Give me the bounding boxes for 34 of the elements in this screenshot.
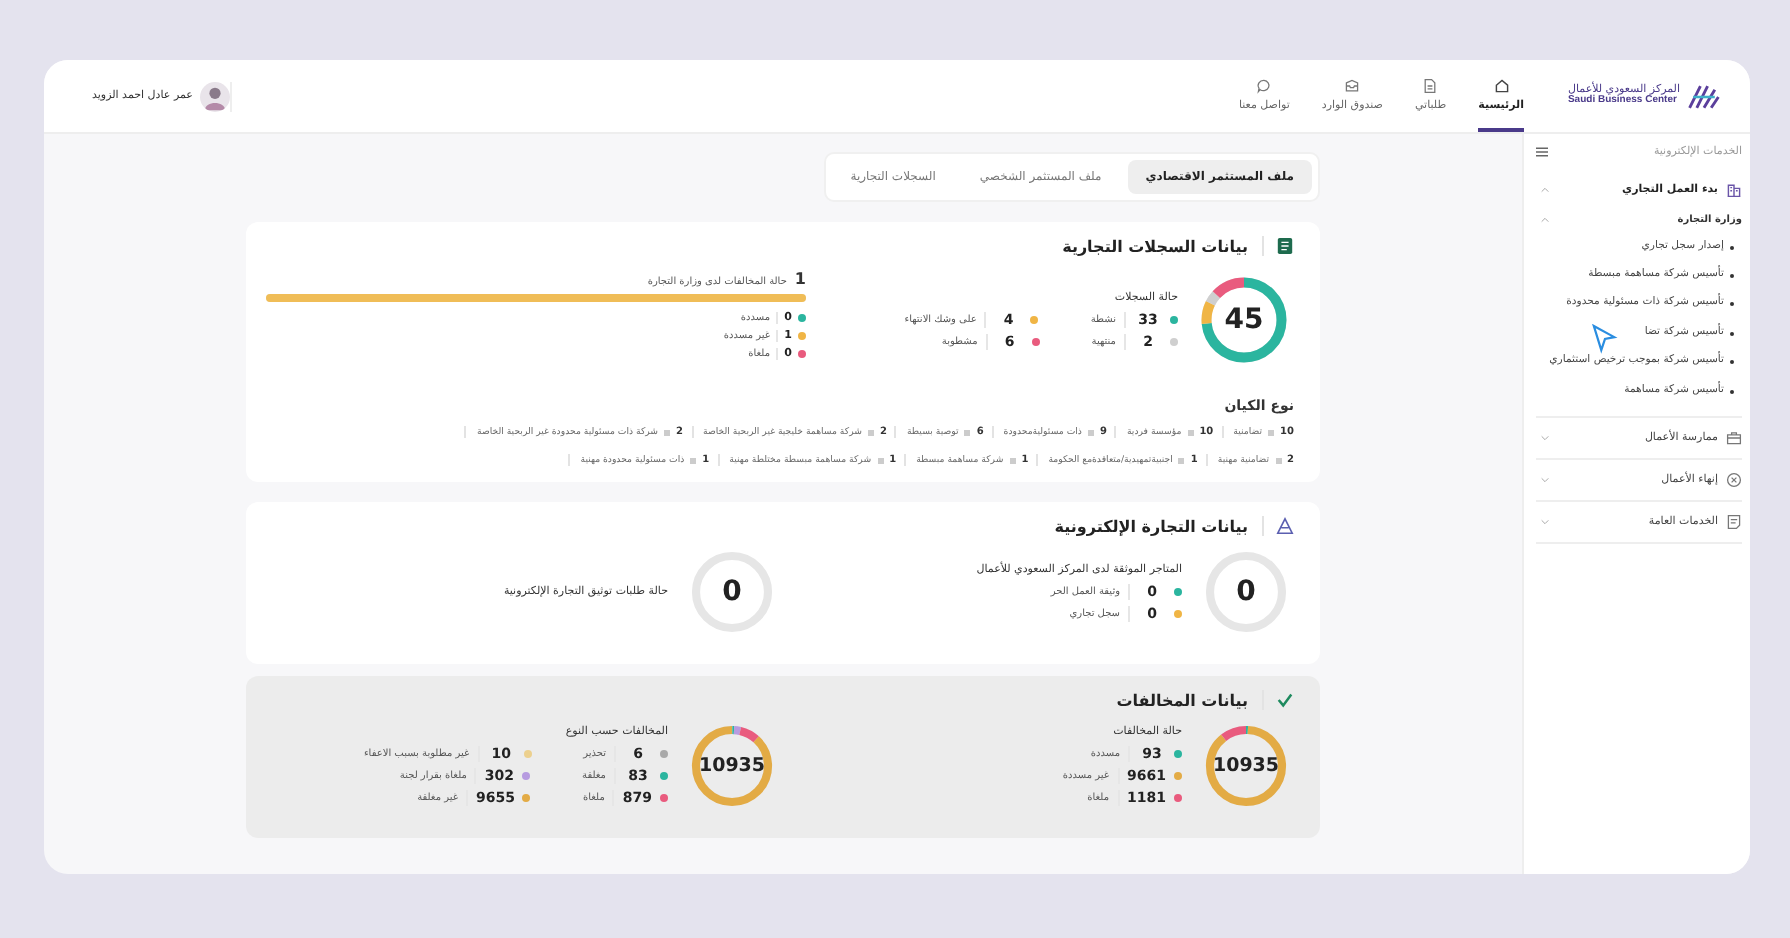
inbox-icon bbox=[1344, 77, 1361, 93]
square-icon bbox=[1275, 457, 1282, 463]
violation-count: 1 bbox=[794, 270, 806, 288]
cursor-icon bbox=[1592, 324, 1618, 354]
square-icon bbox=[1268, 429, 1275, 435]
close-circle-icon bbox=[1726, 472, 1742, 489]
total-count: 10935 bbox=[698, 756, 766, 776]
menu-icon[interactable] bbox=[1536, 146, 1548, 158]
card-title: بيانات التجارة الإلكترونية bbox=[1054, 517, 1248, 535]
square-icon bbox=[690, 457, 697, 463]
document-icon bbox=[1726, 514, 1742, 531]
square-icon bbox=[867, 429, 874, 435]
square-icon bbox=[1187, 429, 1194, 435]
square-icon bbox=[664, 429, 671, 435]
total-count: 0 bbox=[722, 578, 742, 606]
document-icon bbox=[1262, 236, 1294, 256]
square-icon bbox=[1178, 457, 1185, 463]
square-icon bbox=[1087, 429, 1094, 435]
avatar[interactable] bbox=[200, 81, 231, 111]
briefcase-icon bbox=[1726, 430, 1742, 447]
building-icon bbox=[1726, 182, 1742, 198]
home-icon bbox=[1493, 77, 1510, 93]
logo-icon bbox=[1686, 81, 1722, 111]
total-count: 0 bbox=[1236, 578, 1256, 606]
card-title: بيانات المخالفات bbox=[1116, 691, 1248, 709]
total-count: 45 bbox=[1224, 306, 1264, 334]
total-count: 10935 bbox=[1212, 756, 1280, 776]
checkmark-icon bbox=[1262, 690, 1294, 710]
document-icon bbox=[1422, 77, 1439, 93]
square-icon bbox=[877, 457, 884, 463]
card-title: بيانات السجلات التجارية bbox=[1062, 237, 1248, 255]
chat-icon bbox=[1256, 77, 1273, 93]
square-icon bbox=[1009, 457, 1016, 463]
square-icon bbox=[964, 429, 971, 435]
